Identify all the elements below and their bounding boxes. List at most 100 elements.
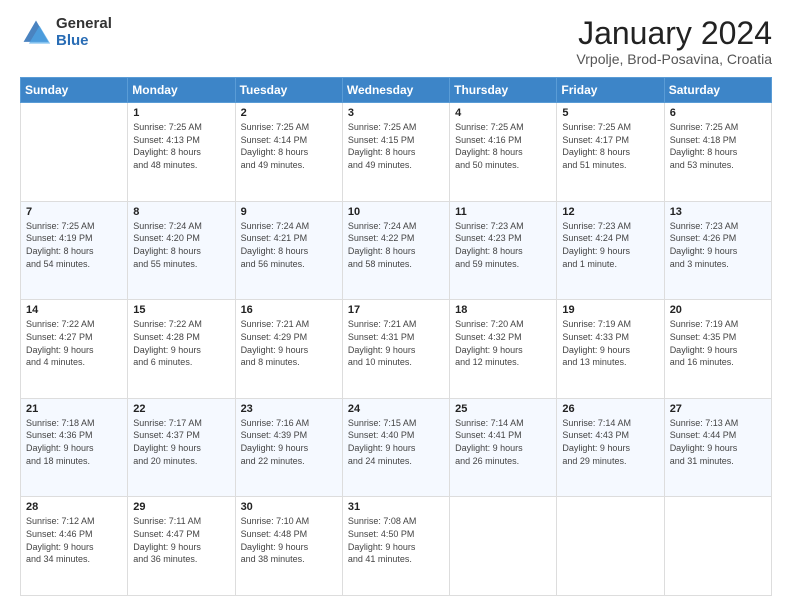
day-number: 1 [133,107,229,119]
week-row-1: 7Sunrise: 7:25 AMSunset: 4:19 PMDaylight… [21,201,772,300]
header-saturday: Saturday [664,78,771,103]
day-cell [21,103,128,202]
day-number: 17 [348,304,444,316]
header-thursday: Thursday [450,78,557,103]
day-info: Sunrise: 7:25 AMSunset: 4:18 PMDaylight:… [670,121,766,171]
day-number: 27 [670,403,766,415]
day-cell [557,497,664,596]
day-cell: 27 Sunrise: 7:13 AMSunset: 4:44 PMDayligh… [664,398,771,497]
location: Vrpolje, Brod-Posavina, Croatia [576,51,772,67]
day-info: Sunrise: 7:24 AMSunset: 4:20 PMDaylight:… [133,220,229,270]
calendar-body: 1 Sunrise: 7:25 AMSunset: 4:13 PMDaylight… [21,103,772,596]
page: General Blue January 2024 Vrpolje, Brod-… [0,0,792,612]
day-info: Sunrise: 7:20 AMSunset: 4:32 PMDaylight:… [455,318,551,368]
day-number: 4 [455,107,551,119]
day-info: Sunrise: 7:25 AMSunset: 4:13 PMDaylight:… [133,121,229,171]
day-number: 24 [348,403,444,415]
header-wednesday: Wednesday [342,78,449,103]
day-info: Sunrise: 7:21 AMSunset: 4:31 PMDaylight:… [348,318,444,368]
day-cell: 16Sunrise: 7:21 AMSunset: 4:29 PMDayligh… [235,300,342,399]
day-number: 28 [26,501,122,513]
day-cell: 9 Sunrise: 7:24 AMSunset: 4:21 PMDaylight… [235,201,342,300]
week-row-2: 14 Sunrise: 7:22 AMSunset: 4:27 PMDayligh… [21,300,772,399]
day-cell: 10 Sunrise: 7:24 AMSunset: 4:22 PMDayligh… [342,201,449,300]
day-number: 13 [670,206,766,218]
day-info: Sunrise: 7:24 AMSunset: 4:22 PMDaylight:… [348,220,444,270]
day-number: 29 [133,501,229,513]
day-info: Sunrise: 7:15 AMSunset: 4:40 PMDaylight:… [348,417,444,467]
day-number: 11 [455,206,551,218]
day-info: Sunrise: 7:17 AMSunset: 4:37 PMDaylight:… [133,417,229,467]
logo-blue-text: Blue [56,33,112,50]
month-title: January 2024 [576,16,772,51]
day-cell: 1 Sunrise: 7:25 AMSunset: 4:13 PMDaylight… [128,103,235,202]
day-cell: 11 Sunrise: 7:23 AMSunset: 4:23 PMDayligh… [450,201,557,300]
day-number: 21 [26,403,122,415]
day-info: Sunrise: 7:25 AMSunset: 4:16 PMDaylight:… [455,121,551,171]
day-info: Sunrise: 7:23 AMSunset: 4:23 PMDaylight:… [455,220,551,270]
day-cell: 25Sunrise: 7:14 AMSunset: 4:41 PMDayligh… [450,398,557,497]
header-friday: Friday [557,78,664,103]
day-number: 23 [241,403,337,415]
logo-text: General Blue [56,16,112,49]
day-cell: 18 Sunrise: 7:20 AMSunset: 4:32 PMDayligh… [450,300,557,399]
day-number: 15 [133,304,229,316]
day-cell: 21Sunrise: 7:18 AMSunset: 4:36 PMDayligh… [21,398,128,497]
header: General Blue January 2024 Vrpolje, Brod-… [20,16,772,67]
day-cell: 31Sunrise: 7:08 AMSunset: 4:50 PMDayligh… [342,497,449,596]
day-info: Sunrise: 7:13 AMSunset: 4:44 PMDaylight:… [670,417,766,467]
day-cell: 6 Sunrise: 7:25 AMSunset: 4:18 PMDaylight… [664,103,771,202]
header-monday: Monday [128,78,235,103]
day-info: Sunrise: 7:14 AMSunset: 4:43 PMDaylight:… [562,417,658,467]
day-number: 10 [348,206,444,218]
day-info: Sunrise: 7:24 AMSunset: 4:21 PMDaylight:… [241,220,337,270]
day-cell: 22 Sunrise: 7:17 AMSunset: 4:37 PMDayligh… [128,398,235,497]
day-number: 7 [26,206,122,218]
day-number: 3 [348,107,444,119]
logo-icon [20,17,52,49]
day-info: Sunrise: 7:11 AMSunset: 4:47 PMDaylight:… [133,515,229,565]
week-row-3: 21Sunrise: 7:18 AMSunset: 4:36 PMDayligh… [21,398,772,497]
day-cell: 5Sunrise: 7:25 AMSunset: 4:17 PMDaylight… [557,103,664,202]
day-number: 6 [670,107,766,119]
week-row-4: 28Sunrise: 7:12 AMSunset: 4:46 PMDayligh… [21,497,772,596]
day-number: 19 [562,304,658,316]
day-number: 2 [241,107,337,119]
day-cell: 29 Sunrise: 7:11 AMSunset: 4:47 PMDayligh… [128,497,235,596]
day-cell: 4 Sunrise: 7:25 AMSunset: 4:16 PMDaylight… [450,103,557,202]
day-info: Sunrise: 7:22 AMSunset: 4:28 PMDaylight:… [133,318,229,368]
day-info: Sunrise: 7:19 AMSunset: 4:35 PMDaylight:… [670,318,766,368]
day-info: Sunrise: 7:23 AMSunset: 4:24 PMDaylight:… [562,220,658,270]
logo: General Blue [20,16,112,49]
header-row: SundayMondayTuesdayWednesdayThursdayFrid… [21,78,772,103]
day-info: Sunrise: 7:14 AMSunset: 4:41 PMDaylight:… [455,417,551,467]
calendar-table: SundayMondayTuesdayWednesdayThursdayFrid… [20,77,772,596]
day-number: 9 [241,206,337,218]
day-info: Sunrise: 7:25 AMSunset: 4:14 PMDaylight:… [241,121,337,171]
day-cell: 15 Sunrise: 7:22 AMSunset: 4:28 PMDayligh… [128,300,235,399]
day-info: Sunrise: 7:10 AMSunset: 4:48 PMDaylight:… [241,515,337,565]
header-sunday: Sunday [21,78,128,103]
day-cell: 14 Sunrise: 7:22 AMSunset: 4:27 PMDayligh… [21,300,128,399]
day-number: 14 [26,304,122,316]
day-number: 12 [562,206,658,218]
day-cell: 7Sunrise: 7:25 AMSunset: 4:19 PMDaylight… [21,201,128,300]
title-block: January 2024 Vrpolje, Brod-Posavina, Cro… [576,16,772,67]
day-cell: 23Sunrise: 7:16 AMSunset: 4:39 PMDayligh… [235,398,342,497]
day-number: 22 [133,403,229,415]
day-number: 26 [562,403,658,415]
week-row-0: 1 Sunrise: 7:25 AMSunset: 4:13 PMDaylight… [21,103,772,202]
day-cell: 19Sunrise: 7:19 AMSunset: 4:33 PMDayligh… [557,300,664,399]
day-cell [664,497,771,596]
day-info: Sunrise: 7:25 AMSunset: 4:17 PMDaylight:… [562,121,658,171]
calendar-header: SundayMondayTuesdayWednesdayThursdayFrid… [21,78,772,103]
day-number: 16 [241,304,337,316]
day-cell: 30Sunrise: 7:10 AMSunset: 4:48 PMDayligh… [235,497,342,596]
day-cell: 12 Sunrise: 7:23 AMSunset: 4:24 PMDayligh… [557,201,664,300]
day-cell: 8 Sunrise: 7:24 AMSunset: 4:20 PMDaylight… [128,201,235,300]
day-info: Sunrise: 7:23 AMSunset: 4:26 PMDaylight:… [670,220,766,270]
day-info: Sunrise: 7:22 AMSunset: 4:27 PMDaylight:… [26,318,122,368]
day-number: 8 [133,206,229,218]
day-number: 20 [670,304,766,316]
day-number: 18 [455,304,551,316]
